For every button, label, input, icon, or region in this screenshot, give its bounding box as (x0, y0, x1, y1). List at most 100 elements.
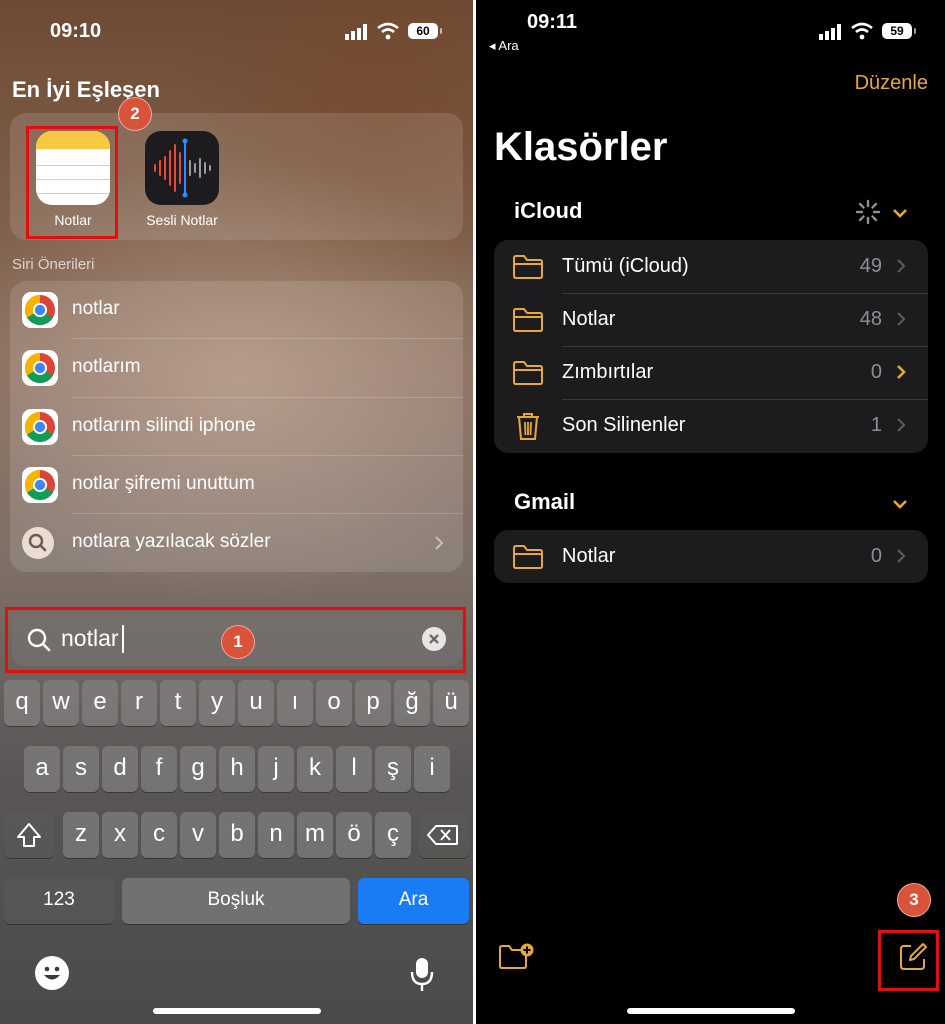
notes-folders-screen: 09:11 ◂ Ara 59 Düzenle Klasörler iCloud … (476, 0, 945, 1024)
folder-count: 0 (870, 545, 882, 567)
key[interactable]: m (297, 812, 333, 858)
home-indicator (627, 1008, 795, 1014)
folder-name: Notlar (562, 545, 616, 567)
chevron-right-icon (897, 312, 906, 326)
folder-name: Tümü (iCloud) (562, 255, 689, 277)
chrome-icon (22, 467, 58, 503)
siri-suggestions-title: Siri Önerileri (12, 256, 95, 273)
folder-count: 1 (870, 414, 882, 436)
key[interactable]: ğ (394, 680, 430, 726)
annotation-highlight-compose (878, 930, 939, 991)
folder-row[interactable]: Zımbırtılar 0 (494, 346, 928, 399)
key[interactable]: n (258, 812, 294, 858)
voice-memos-app-icon[interactable] (145, 131, 219, 205)
status-time: 09:10 (50, 20, 102, 42)
suggestion-label: notlar şifremi unuttum (72, 473, 255, 494)
key[interactable]: f (141, 746, 177, 792)
space-key[interactable]: Boşluk (122, 878, 350, 924)
key[interactable]: d (102, 746, 138, 792)
key[interactable]: r (121, 680, 157, 726)
key[interactable]: q (4, 680, 40, 726)
chevron-right-icon (897, 549, 906, 563)
key[interactable]: p (355, 680, 391, 726)
key[interactable]: t (160, 680, 196, 726)
key[interactable]: w (43, 680, 79, 726)
icloud-folder-list: Tümü (iCloud) 49 Notlar 48 Zımbırtılar 0 (494, 240, 928, 453)
suggestion-label: notlar (72, 298, 120, 319)
chevron-right-icon (897, 259, 906, 273)
folder-name: Notlar (562, 308, 616, 330)
voice-memos-app-label[interactable]: Sesli Notlar (130, 212, 234, 228)
back-to-search-link[interactable]: ◂ Ara (489, 38, 519, 54)
chevron-down-icon[interactable] (892, 207, 908, 219)
status-time: 09:11 (527, 11, 578, 33)
key[interactable]: a (24, 746, 60, 792)
chevron-down-icon[interactable] (892, 498, 908, 510)
suggestion-label: notlarım silindi iphone (72, 415, 256, 436)
microphone-icon[interactable] (408, 956, 436, 994)
wifi-icon (851, 22, 873, 40)
chrome-icon (22, 409, 58, 445)
key[interactable]: i (414, 746, 450, 792)
folder-row[interactable]: Son Silinenler 1 (494, 399, 928, 452)
key[interactable]: g (180, 746, 216, 792)
account-header-gmail[interactable]: Gmail (514, 489, 575, 515)
search-icon (22, 527, 54, 559)
key[interactable]: b (219, 812, 255, 858)
key[interactable]: o (316, 680, 352, 726)
folder-row[interactable]: Notlar 48 (494, 293, 928, 346)
folder-icon (513, 308, 543, 332)
battery-indicator: 59 (882, 23, 916, 39)
key[interactable]: k (297, 746, 333, 792)
suggestion-label: notlarım (72, 356, 141, 377)
folder-row[interactable]: Tümü (iCloud) 49 (494, 240, 928, 293)
cellular-signal-icon (819, 24, 841, 40)
folder-icon (513, 361, 543, 385)
suggestion-item[interactable]: notlar (10, 281, 462, 339)
emoji-button[interactable] (35, 956, 69, 990)
key[interactable]: ç (375, 812, 411, 858)
key[interactable]: s (63, 746, 99, 792)
wifi-icon (377, 22, 399, 40)
account-header-icloud[interactable]: iCloud (514, 198, 582, 224)
suggestion-item[interactable]: notlara yazılacak sözler (10, 514, 462, 572)
gmail-folder-list: Notlar 0 (494, 530, 928, 583)
chevron-right-icon (897, 365, 906, 379)
battery-indicator: 60 (408, 23, 442, 39)
annotation-highlight-notes-app (26, 126, 118, 239)
edit-button[interactable]: Düzenle (855, 72, 928, 95)
key[interactable]: y (199, 680, 235, 726)
key[interactable]: ü (433, 680, 469, 726)
key[interactable]: e (82, 680, 118, 726)
folder-row[interactable]: Notlar 0 (494, 530, 928, 583)
page-title: Klasörler (494, 125, 668, 169)
key[interactable]: z (63, 812, 99, 858)
shift-key[interactable] (4, 812, 54, 858)
key[interactable]: ş (375, 746, 411, 792)
loading-spinner-icon (855, 199, 881, 225)
annotation-step-badge: 2 (118, 97, 152, 131)
search-go-key[interactable]: Ara (358, 878, 469, 924)
home-indicator (153, 1008, 321, 1014)
key[interactable]: h (219, 746, 255, 792)
suggestion-item[interactable]: notlar şifremi unuttum (10, 456, 462, 514)
suggestion-label: notlara yazılacak sözler (72, 531, 271, 552)
backspace-key[interactable] (419, 812, 469, 858)
key[interactable]: l (336, 746, 372, 792)
numbers-key[interactable]: 123 (4, 878, 114, 924)
suggestion-item[interactable]: notlarım (10, 339, 462, 397)
chrome-icon (22, 350, 58, 386)
key[interactable]: ı (277, 680, 313, 726)
chevron-right-icon (897, 418, 906, 432)
key[interactable]: x (102, 812, 138, 858)
folder-icon (513, 545, 543, 569)
key[interactable]: j (258, 746, 294, 792)
new-folder-icon[interactable] (498, 942, 536, 972)
key[interactable]: c (141, 812, 177, 858)
folder-count: 49 (859, 255, 882, 277)
key[interactable]: v (180, 812, 216, 858)
key[interactable]: ö (336, 812, 372, 858)
shift-icon (17, 823, 41, 847)
suggestion-item[interactable]: notlarım silindi iphone (10, 398, 462, 456)
key[interactable]: u (238, 680, 274, 726)
